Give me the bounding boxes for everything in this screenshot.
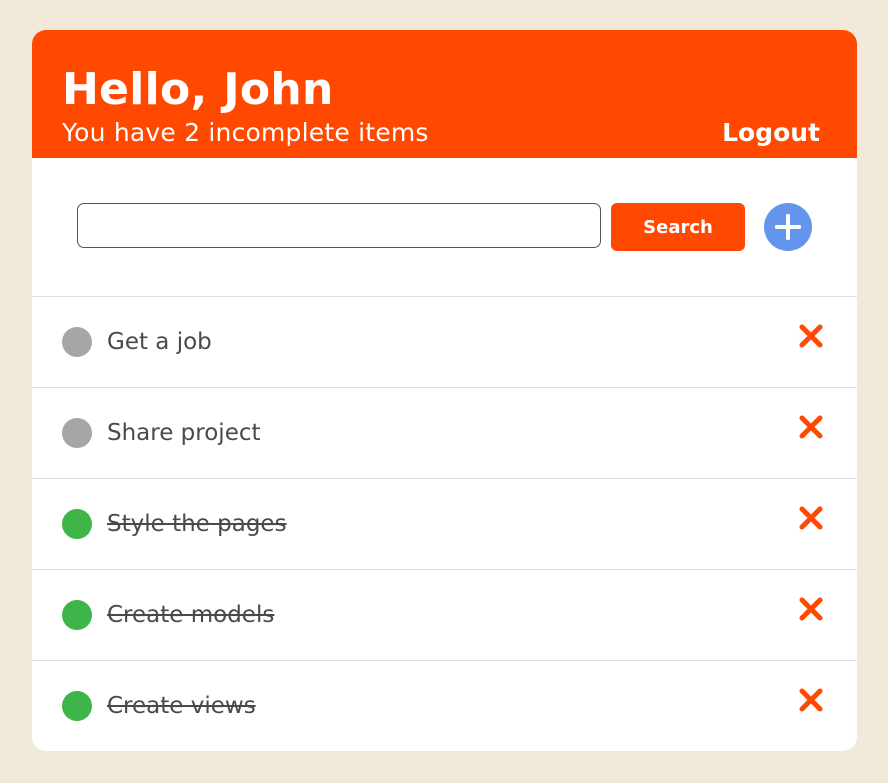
todo-title: Create views	[107, 693, 256, 719]
todo-item: Create views	[32, 661, 857, 751]
status-toggle[interactable]	[62, 691, 92, 721]
add-item-button[interactable]	[764, 203, 812, 251]
incomplete-count-text: You have 2 incomplete items	[62, 118, 429, 147]
todo-item: Get a job	[32, 297, 857, 388]
search-input[interactable]	[77, 203, 601, 248]
todo-title: Style the pages	[107, 511, 287, 537]
close-icon[interactable]	[798, 323, 824, 349]
close-icon[interactable]	[798, 687, 824, 713]
todo-item: Share project	[32, 388, 857, 479]
todo-title: Get a job	[107, 329, 212, 355]
close-icon[interactable]	[798, 414, 824, 440]
todo-title: Share project	[107, 420, 261, 446]
status-toggle[interactable]	[62, 418, 92, 448]
header: Hello, John You have 2 incomplete items …	[32, 30, 857, 158]
todo-card: Hello, John You have 2 incomplete items …	[32, 30, 857, 751]
search-bar: Search	[32, 158, 857, 297]
todo-list: Get a job Share project Style the pages	[32, 297, 857, 751]
close-icon[interactable]	[798, 505, 824, 531]
todo-title: Create models	[107, 602, 275, 628]
todo-item: Create models	[32, 570, 857, 661]
status-toggle[interactable]	[62, 600, 92, 630]
status-toggle[interactable]	[62, 509, 92, 539]
search-button[interactable]: Search	[611, 203, 745, 251]
page-title: Hello, John	[62, 64, 334, 115]
todo-item: Style the pages	[32, 479, 857, 570]
plus-icon	[775, 214, 801, 240]
logout-link[interactable]: Logout	[722, 116, 820, 150]
close-icon[interactable]	[798, 596, 824, 622]
status-toggle[interactable]	[62, 327, 92, 357]
